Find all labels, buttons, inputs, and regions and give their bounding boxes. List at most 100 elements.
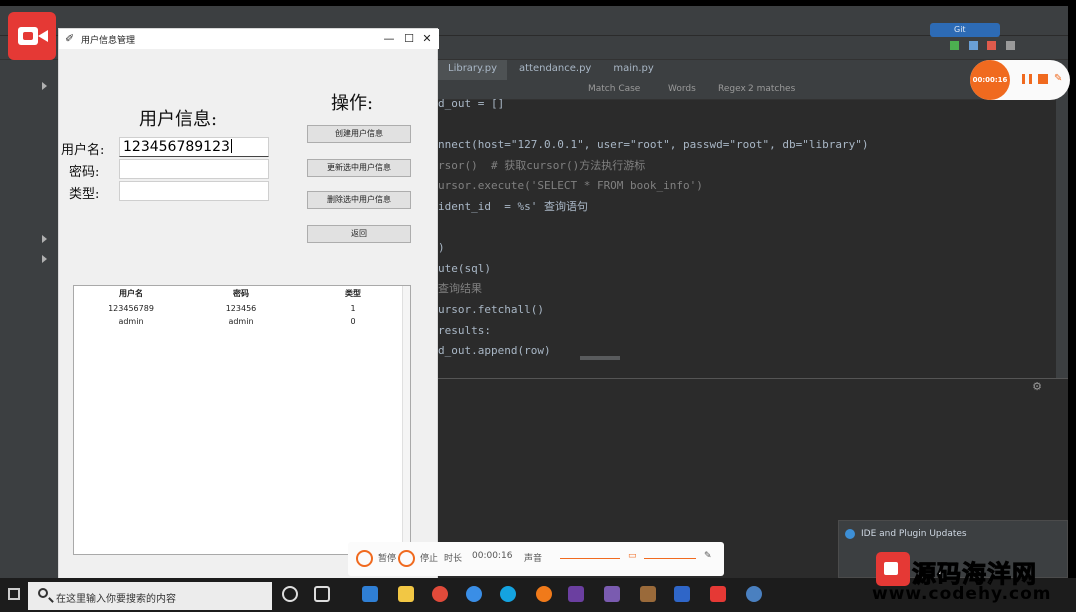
code-line: ident_id = %s' 查询语句 bbox=[438, 199, 588, 213]
editor-tab[interactable]: main.py bbox=[603, 60, 664, 80]
notification-title: IDE and Plugin Updates bbox=[861, 529, 967, 539]
code-line: nnect(host="127.0.0.1", user="root", pas… bbox=[438, 138, 869, 152]
app-feather-icon: ✐ bbox=[65, 32, 75, 45]
chrome-icon[interactable] bbox=[432, 586, 448, 602]
code-line: ute(sql) bbox=[438, 261, 491, 275]
ide-left-tool-strip bbox=[0, 60, 14, 578]
pen-icon[interactable]: ✎ bbox=[1054, 74, 1064, 84]
start-icon[interactable] bbox=[8, 588, 20, 600]
text-caret bbox=[230, 139, 232, 153]
recorder-taskbar-icon[interactable] bbox=[710, 586, 726, 602]
run-icon[interactable] bbox=[950, 41, 959, 50]
code-line: ) bbox=[438, 241, 445, 255]
volume-label: 声音 bbox=[524, 554, 543, 564]
table-scrollbar[interactable] bbox=[402, 286, 410, 554]
code-line: results: bbox=[438, 323, 491, 337]
stop-icon[interactable] bbox=[987, 41, 996, 50]
back-button[interactable]: 返回 bbox=[307, 225, 411, 243]
stop-icon[interactable] bbox=[398, 550, 415, 567]
task-view-icon[interactable] bbox=[314, 586, 330, 602]
code-line: ursor.fetchall() bbox=[438, 302, 544, 316]
code-editor[interactable]: d_out = [] nnect(host="127.0.0.1", user=… bbox=[438, 94, 1058, 362]
delete-user-button[interactable]: 删除选中用户信息 bbox=[307, 191, 411, 209]
user-management-window: ✐ 用户信息管理 — ☐ ✕ 用户信息: 操作: 用户名: 1234567891… bbox=[58, 28, 439, 584]
git-badge[interactable]: Git bbox=[930, 23, 1000, 37]
cortana-icon[interactable] bbox=[282, 586, 298, 602]
debug-icon[interactable] bbox=[968, 41, 978, 50]
username-label: 用户名: bbox=[61, 143, 105, 158]
user-info-heading: 用户信息: bbox=[139, 109, 218, 130]
file-explorer-icon[interactable] bbox=[398, 586, 414, 602]
recording-timer[interactable]: 00:00:16 bbox=[970, 60, 1010, 100]
app-window-title: 用户信息管理 bbox=[81, 36, 136, 46]
info-icon bbox=[845, 529, 855, 539]
pause-label[interactable]: 暂停 bbox=[378, 551, 396, 564]
watermark-url: www.codehy.com bbox=[872, 584, 1052, 604]
app-icon[interactable] bbox=[640, 586, 656, 602]
gear-icon[interactable]: ⚙ bbox=[1032, 380, 1042, 393]
app-titlebar: ✐ 用户信息管理 — ☐ ✕ bbox=[59, 29, 439, 49]
screen-recorder-logo bbox=[8, 12, 56, 60]
recorder-mini-widget: 00:00:16 ✎ bbox=[970, 60, 1070, 100]
username-input[interactable]: 123456789123 bbox=[119, 137, 269, 157]
type-label: 类型: bbox=[69, 187, 100, 202]
app-icon[interactable] bbox=[500, 586, 516, 602]
table-row-username[interactable]: 123456789 bbox=[86, 304, 176, 313]
minimize-button[interactable]: — bbox=[381, 31, 397, 47]
update-user-button[interactable]: 更新选中用户信息 bbox=[307, 159, 411, 177]
table-row-type[interactable]: 0 bbox=[308, 317, 398, 326]
tree-expand-icon[interactable] bbox=[42, 255, 47, 263]
editor-tab[interactable]: attendance.py bbox=[508, 60, 602, 80]
code-line: rsor() # 获取cursor()方法执行游标 bbox=[438, 158, 646, 172]
table-row-type[interactable]: 1 bbox=[308, 304, 398, 313]
password-label: 密码: bbox=[69, 165, 100, 180]
mic-slider[interactable] bbox=[644, 558, 696, 559]
elapsed-time: 00:00:16 bbox=[472, 551, 513, 561]
editor-tab[interactable]: Library.py bbox=[438, 60, 507, 80]
search-icon[interactable] bbox=[1005, 41, 1015, 50]
maximize-button[interactable]: ☐ bbox=[401, 31, 417, 47]
code-line: d_out = [] bbox=[438, 97, 505, 110]
taskbar-search-box[interactable]: 在这里输入你要搜索的内容 bbox=[28, 582, 272, 610]
duration-label: 时长 bbox=[444, 554, 463, 564]
type-input[interactable] bbox=[119, 181, 269, 201]
regex-option[interactable]: Regex bbox=[718, 84, 746, 94]
camera-icon[interactable]: ▭ bbox=[628, 551, 637, 561]
code-line: ursor.execute('SELECT * FROM book_info') bbox=[438, 179, 703, 193]
code-line: 查询结果 bbox=[438, 282, 482, 296]
word-icon[interactable] bbox=[674, 586, 690, 602]
code-line: d_out.append(row) bbox=[438, 344, 551, 358]
close-button[interactable]: ✕ bbox=[419, 31, 435, 47]
edge-icon[interactable] bbox=[362, 586, 378, 602]
create-user-button[interactable]: 创建用户信息 bbox=[307, 125, 411, 143]
pen-icon[interactable]: ✎ bbox=[704, 551, 712, 561]
pycharm-icon[interactable] bbox=[604, 586, 620, 602]
stop-icon[interactable] bbox=[1038, 74, 1048, 84]
pause-icon[interactable] bbox=[1022, 74, 1032, 84]
table-row-password[interactable]: admin bbox=[196, 317, 286, 326]
tree-expand-icon[interactable] bbox=[42, 235, 47, 243]
table-header-password[interactable]: 密码 bbox=[196, 288, 286, 299]
stop-label[interactable]: 停止 bbox=[420, 551, 438, 564]
user-table[interactable]: 用户名 密码 类型 123456789 123456 1 admin admin… bbox=[73, 285, 411, 555]
table-row-password[interactable]: 123456 bbox=[196, 304, 286, 313]
table-row-username[interactable]: admin bbox=[86, 317, 176, 326]
table-header-type[interactable]: 类型 bbox=[308, 288, 398, 299]
watermark-logo bbox=[876, 552, 910, 586]
app-icon[interactable] bbox=[568, 586, 584, 602]
taskbar-search-placeholder: 在这里输入你要搜索的内容 bbox=[56, 594, 176, 605]
python-icon[interactable] bbox=[746, 586, 762, 602]
match-case-option[interactable]: Match Case bbox=[588, 84, 640, 94]
words-option[interactable]: Words bbox=[668, 84, 696, 94]
firefox-icon[interactable] bbox=[536, 586, 552, 602]
ide-run-controls bbox=[950, 40, 1060, 52]
qq-browser-icon[interactable] bbox=[466, 586, 482, 602]
volume-slider[interactable] bbox=[560, 558, 620, 559]
tree-expand-icon[interactable] bbox=[42, 82, 47, 90]
search-result-count: 2 matches bbox=[748, 84, 796, 94]
table-header-username[interactable]: 用户名 bbox=[86, 288, 176, 299]
pause-icon[interactable] bbox=[356, 550, 373, 567]
password-input[interactable] bbox=[119, 159, 269, 179]
